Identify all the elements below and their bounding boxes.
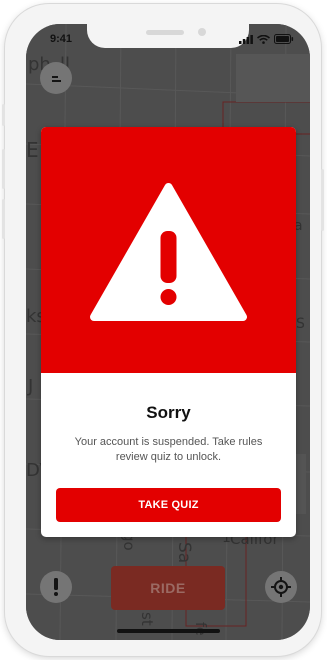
report-button[interactable]: [40, 571, 72, 603]
volume-up-button: [2, 149, 5, 189]
menu-icon: [52, 76, 61, 82]
dialog-hero: [41, 127, 296, 373]
locate-button[interactable]: [265, 571, 297, 603]
warning-icon: [90, 183, 247, 321]
suspension-dialog: Sorry Your account is suspended. Take ru…: [41, 127, 296, 537]
dialog-title: Sorry: [146, 403, 191, 422]
wifi-icon: [257, 34, 270, 44]
dialog-message: Your account is suspended. Take rules re…: [74, 436, 263, 463]
status-time: 9:41: [50, 33, 73, 45]
side-button: [2, 104, 5, 126]
home-indicator[interactable]: [117, 629, 220, 633]
volume-down-button: [2, 199, 5, 239]
speaker-grille: [146, 30, 184, 35]
ride-button[interactable]: RIDE: [111, 566, 225, 610]
signal-icon: [239, 34, 253, 44]
notch: [87, 24, 249, 48]
battery-icon: [274, 34, 294, 44]
crosshair-icon: [271, 577, 291, 597]
status-icons: [239, 34, 294, 44]
menu-button[interactable]: [40, 62, 72, 94]
exclamation-icon: [54, 578, 58, 596]
take-quiz-button[interactable]: TAKE QUIZ: [56, 488, 281, 522]
power-button: [321, 169, 324, 231]
phone-screen: ph ll E ks J DV Sa go st 1 Califor fe a …: [26, 24, 310, 640]
front-camera: [198, 28, 206, 36]
